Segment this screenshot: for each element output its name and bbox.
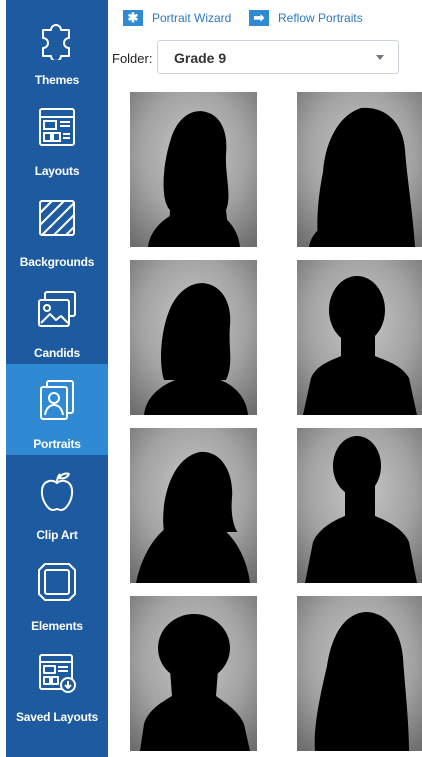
folder-select[interactable]: Grade 9 — [157, 40, 399, 74]
reflow-portraits-label: Reflow Portraits — [278, 11, 363, 25]
portrait-thumbnail[interactable] — [130, 260, 257, 415]
portrait-thumbnail[interactable] — [130, 596, 257, 751]
sidebar-item-label: Backgrounds — [19, 255, 95, 269]
sidebar-item-candids[interactable]: Candids — [6, 273, 108, 364]
portrait-thumbnail[interactable] — [297, 260, 422, 415]
apple-icon — [40, 472, 74, 511]
layout-icon — [39, 108, 75, 146]
photos-icon — [38, 291, 76, 327]
portrait-thumbnail[interactable] — [297, 428, 422, 583]
sidebar-item-themes[interactable]: Themes — [6, 0, 108, 91]
frame-icon — [38, 563, 76, 601]
sidebar-item-label: Elements — [31, 619, 83, 633]
reflow-portraits-button[interactable]: ➡ Reflow Portraits — [249, 9, 363, 27]
folder-label: Folder: — [112, 51, 153, 66]
portrait-thumbnail[interactable] — [297, 596, 422, 751]
sidebar-item-clip-art[interactable]: Clip Art — [6, 455, 108, 546]
sidebar-item-saved-layouts[interactable]: Saved Layouts — [6, 637, 108, 728]
portrait-thumbnail[interactable] — [130, 428, 257, 583]
sidebar-item-label: Layouts — [34, 164, 80, 178]
sidebar-item-label: Portraits — [33, 437, 81, 451]
sidebar-item-label: Themes — [34, 73, 80, 87]
chevron-down-icon — [376, 55, 384, 60]
backgrounds-icon — [39, 200, 75, 236]
sidebar-item-backgrounds[interactable]: Backgrounds — [6, 182, 108, 273]
sidebar: Themes Layouts Backgrounds Candids Portr… — [6, 0, 108, 757]
sidebar-item-portraits[interactable]: Portraits — [6, 364, 108, 455]
wizard-icon: ✱ — [123, 10, 143, 26]
sidebar-item-label: Saved Layouts — [15, 710, 99, 724]
portrait-wizard-label: Portrait Wizard — [152, 11, 232, 25]
saved-layout-icon — [39, 654, 76, 693]
puzzle-icon — [42, 24, 70, 60]
sidebar-item-label: Candids — [34, 346, 80, 360]
sidebar-item-layouts[interactable]: Layouts — [6, 91, 108, 182]
portrait-wizard-button[interactable]: ✱ Portrait Wizard — [123, 9, 231, 27]
folder-select-value: Grade 9 — [174, 50, 227, 66]
sidebar-item-elements[interactable]: Elements — [6, 546, 108, 637]
portrait-thumbnail[interactable] — [130, 92, 257, 247]
arrow-right-icon: ➡ — [249, 10, 269, 26]
sidebar-item-label: Clip Art — [36, 528, 78, 542]
portrait-thumbnail[interactable] — [297, 92, 422, 247]
portrait-icon — [40, 380, 74, 420]
